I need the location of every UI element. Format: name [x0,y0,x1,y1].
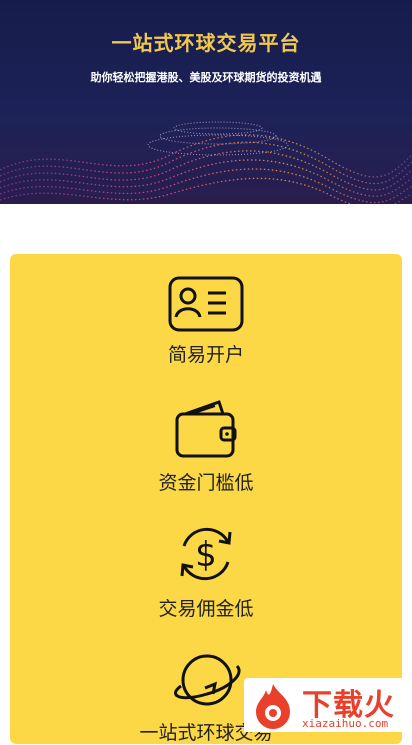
feature-label: 资金门槛低 [158,472,254,494]
feature-easy-account[interactable]: 简易开户 [10,276,402,367]
hero-title: 一站式环球交易平台 [111,31,301,55]
feature-label: 交易佣金低 [158,598,254,620]
features-card: 简易开户 资金门槛低 $ 交易佣金低 一站式环球交易 [10,254,402,744]
planet-icon [174,654,241,706]
feature-low-commission[interactable]: $ 交易佣金低 [10,522,402,621]
id-card-icon [168,276,244,332]
watermark-domain: xiazaihuo.com [302,717,389,730]
dollar-cycle-icon: $ [180,527,232,581]
flame-icon [256,684,290,729]
particle-wave-graphic [0,121,412,204]
wallet-icon [175,400,237,458]
svg-text:$: $ [195,535,217,575]
hero-banner: 一站式环球交易平台 助你轻松把握港股、美股及环球期货的投资机遇 [0,0,412,204]
feature-label: 简易开户 [167,344,244,366]
watermark-logo: 下载火 xiazaihuo.com [244,678,412,732]
hero-subtitle: 助你轻松把握港股、美股及环球期货的投资机遇 [90,71,322,84]
feature-low-capital[interactable]: 资金门槛低 [10,400,402,495]
